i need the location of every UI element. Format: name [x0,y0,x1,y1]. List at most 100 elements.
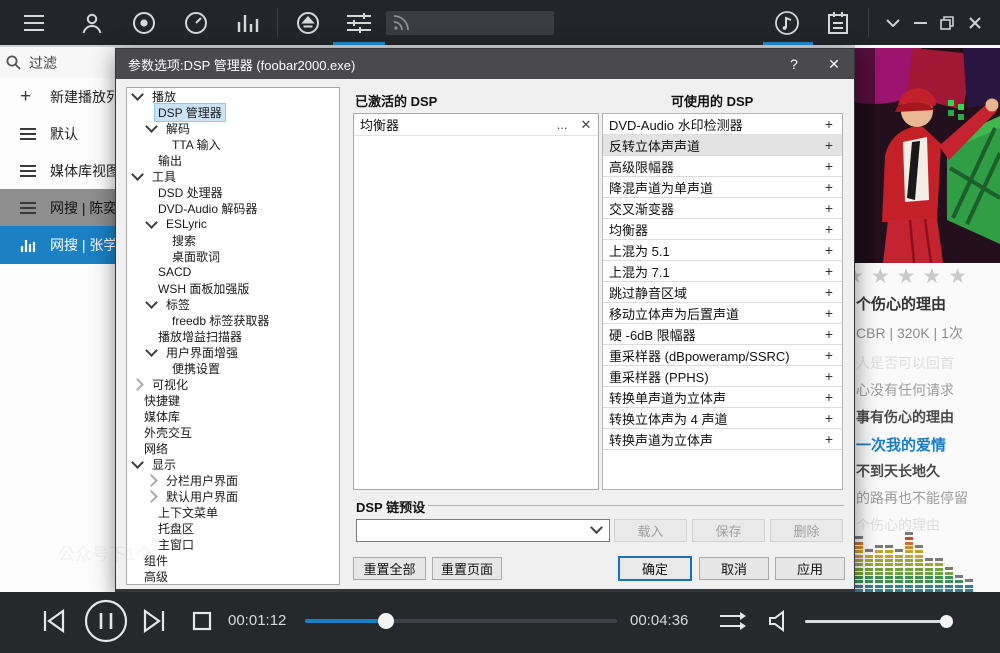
available-dsp-row[interactable]: 移动立体声为后置声道+ [603,303,842,324]
restore-button[interactable] [932,9,962,37]
tree-expanded-chevron-icon[interactable] [145,216,158,229]
previous-button[interactable] [42,608,66,634]
tree-node[interactable]: 工具 [127,168,339,184]
cancel-button[interactable]: 取消 [699,557,769,580]
playlist-item[interactable]: 默认 [0,115,115,153]
record-icon[interactable] [130,9,158,37]
load-preset-button[interactable]: 载入 [614,519,687,542]
tree-node[interactable]: 标签 [127,296,339,312]
playlist-item[interactable]: +新建播放列表 [0,78,115,116]
dsp-configure-button[interactable]: ... [550,117,574,132]
playlist-menu-icon[interactable] [20,9,48,37]
tree-node[interactable]: DSD 处理器 [127,184,339,200]
tree-node-label[interactable]: 标签 [163,296,193,313]
available-dsp-row[interactable]: 上混为 7.1+ [603,261,842,282]
tree-node-label[interactable]: DVD-Audio 解码器 [155,200,260,217]
active-dsp-row[interactable]: 均衡器...✕ [354,114,598,136]
apply-button[interactable]: 应用 [775,557,845,580]
available-dsp-row[interactable]: 重采样器 (dBpoweramp/SSRC)+ [603,345,842,366]
tree-node-label[interactable]: 用户界面增强 [163,344,241,361]
delete-preset-button[interactable]: 删除 [770,519,843,542]
tree-node-label[interactable]: 组件 [141,552,171,569]
dsp-add-button[interactable]: + [816,137,842,153]
tree-node[interactable]: 组件 [127,552,339,568]
available-dsp-row[interactable]: 跳过静音区域+ [603,282,842,303]
available-dsp-row[interactable]: 降混声道为单声道+ [603,177,842,198]
task-list-icon[interactable] [824,9,852,37]
tree-node[interactable]: TTA 输入 [127,136,339,152]
stream-search-box[interactable] [386,11,554,35]
available-dsp-row[interactable]: 高级限幅器+ [603,156,842,177]
dsp-add-button[interactable]: + [816,431,842,447]
volume-thumb[interactable] [940,615,953,628]
tree-node[interactable]: SACD [127,264,339,280]
dsp-add-button[interactable]: + [816,410,842,426]
tree-node-label[interactable]: 搜索 [169,232,199,249]
dsp-remove-button[interactable]: ✕ [574,117,598,133]
playlist-item[interactable]: 媒体库视图 [0,152,115,190]
dsp-add-button[interactable]: + [816,347,842,363]
tree-node-label[interactable]: 上下文菜单 [155,504,221,521]
volume-slider[interactable] [805,620,950,623]
filter-search-input[interactable]: 过滤 [0,47,115,79]
tree-node-label[interactable]: DSD 处理器 [155,184,226,201]
available-dsp-row[interactable]: 上混为 5.1+ [603,240,842,261]
tree-node[interactable]: 播放增益扫描器 [127,328,339,344]
tree-node[interactable]: 快捷键 [127,392,339,408]
dsp-add-button[interactable]: + [816,389,842,405]
dsp-add-button[interactable]: + [816,200,842,216]
stop-button[interactable] [192,611,212,631]
tree-collapsed-chevron-icon[interactable] [131,378,144,391]
tree-node-label[interactable]: WSH 面板加强版 [155,280,252,297]
shuffle-icon[interactable] [718,609,748,633]
tree-node[interactable]: 播放 [127,88,339,104]
dsp-sliders-icon[interactable] [345,9,373,37]
tree-node[interactable]: 高级 [127,568,339,584]
tree-node-label[interactable]: 工具 [149,168,179,185]
reset-all-button[interactable]: 重置全部 [353,557,426,580]
tree-node-label[interactable]: 托盘区 [155,520,197,537]
tree-node[interactable]: 上下文菜单 [127,504,339,520]
save-preset-button[interactable]: 保存 [692,519,765,542]
tree-node-label[interactable]: 媒体库 [141,408,183,425]
tree-node[interactable]: 用户界面增强 [127,344,339,360]
tree-node-label[interactable]: 便携设置 [169,360,223,377]
eject-icon[interactable] [294,9,322,37]
tree-node[interactable]: 托盘区 [127,520,339,536]
tree-node-label[interactable]: SACD [155,265,194,279]
seek-bar[interactable] [305,619,617,623]
tree-node-label[interactable]: TTA 输入 [169,136,223,153]
tree-node[interactable]: 分栏用户界面 [127,472,339,488]
next-button[interactable] [142,608,166,634]
tree-node[interactable]: 外壳交互 [127,424,339,440]
dsp-add-button[interactable]: + [816,305,842,321]
help-button[interactable]: ? [774,56,814,72]
tree-node-label[interactable]: 播放增益扫描器 [155,328,245,345]
dsp-add-button[interactable]: + [816,263,842,279]
available-dsp-row[interactable]: 转换单声道为立体声+ [603,387,842,408]
dsp-add-button[interactable]: + [816,158,842,174]
tree-node-label[interactable]: 网络 [141,440,171,457]
tree-node[interactable]: DVD-Audio 解码器 [127,200,339,216]
tree-collapsed-chevron-icon[interactable] [145,490,158,503]
tree-node[interactable]: WSH 面板加强版 [127,280,339,296]
tree-node-label[interactable]: DSP 管理器 [155,104,225,121]
dsp-add-button[interactable]: + [816,116,842,132]
tree-node-label[interactable]: 输出 [155,152,185,169]
dialog-titlebar[interactable]: 参数选项:DSP 管理器 (foobar2000.exe) ? ✕ [116,49,854,79]
tree-node-label[interactable]: 可视化 [149,376,191,393]
tree-expanded-chevron-icon[interactable] [145,344,158,357]
tree-node[interactable]: 默认用户界面 [127,488,339,504]
tree-node-label[interactable]: 高级 [141,568,171,585]
tree-node[interactable]: ESLyric [127,216,339,232]
available-dsp-row[interactable]: 重采样器 (PPHS)+ [603,366,842,387]
tree-node-label[interactable]: 快捷键 [141,392,183,409]
available-dsp-row[interactable]: DVD-Audio 水印检测器+ [603,114,842,135]
gauge-icon[interactable] [182,9,210,37]
tree-expanded-chevron-icon[interactable] [145,296,158,309]
tree-node[interactable]: DSP 管理器 [127,104,339,120]
stats-icon[interactable] [234,9,262,37]
tree-node[interactable]: 解码 [127,120,339,136]
tree-node[interactable]: 显示 [127,456,339,472]
playlist-item[interactable]: 网搜 | 陈奕迅 [0,189,115,227]
